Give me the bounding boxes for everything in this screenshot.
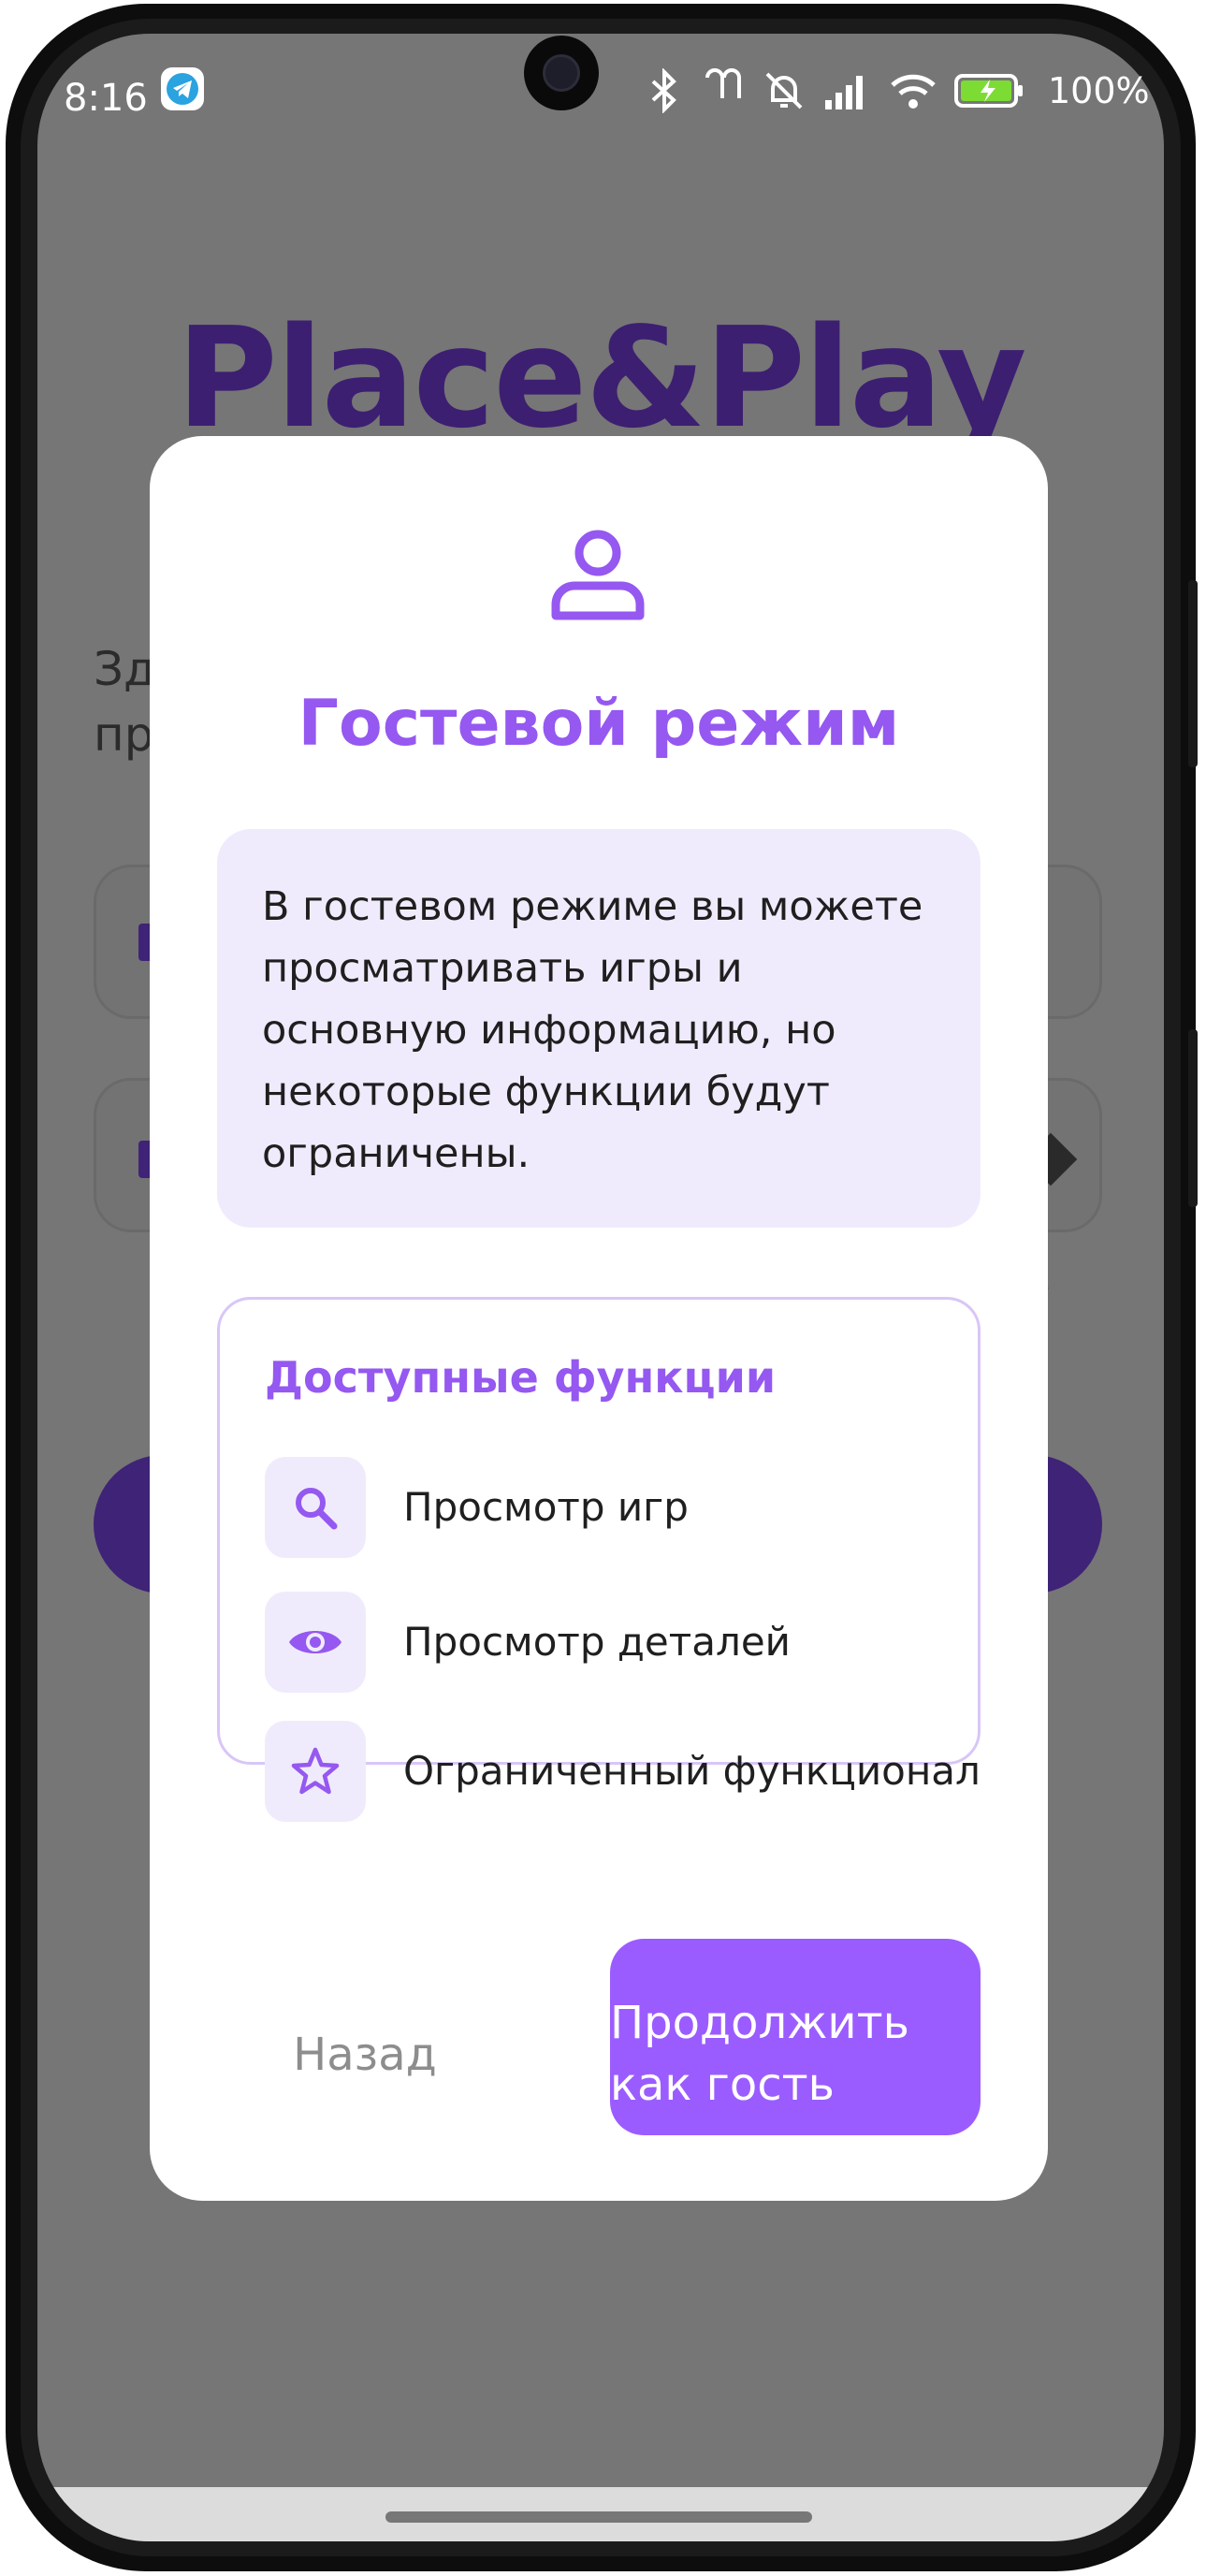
power-button	[1188, 1029, 1198, 1207]
volume-button	[1188, 580, 1198, 767]
feature-label: Просмотр деталей	[403, 1619, 791, 1665]
background-text-line1: Зд	[94, 642, 156, 696]
bluetooth-icon	[651, 68, 676, 113]
signal-icon	[825, 76, 863, 109]
feature-item: Ограниченный функционал	[265, 1721, 981, 1822]
telegram-icon	[161, 67, 204, 110]
features-box: Доступные функции Просмотр игр Просмотр …	[217, 1297, 981, 1822]
info-box: В гостевом режиме вы можете просматриват…	[217, 829, 981, 1228]
mute-icon	[765, 72, 803, 109]
dialog-title: Гостевой режим	[298, 687, 900, 761]
background-text-line2: пр	[94, 707, 154, 762]
feature-label: Просмотр игр	[403, 1484, 689, 1530]
star-icon	[265, 1721, 366, 1822]
eye-icon	[265, 1592, 366, 1693]
app-logo: Place&Play	[176, 298, 1026, 458]
feature-item: Просмотр деталей	[265, 1592, 957, 1693]
status-icons: 100%	[646, 65, 1150, 116]
earbuds-icon	[705, 68, 741, 98]
wifi-icon	[891, 74, 936, 109]
front-camera	[524, 36, 599, 110]
search-icon	[265, 1457, 366, 1558]
guest-mode-dialog: Гостевой режим В гостевом режиме вы може…	[150, 436, 1048, 2201]
info-text: В гостевом режиме вы можете просматриват…	[262, 883, 923, 1177]
back-button[interactable]: Назад	[253, 2008, 477, 2102]
user-icon	[551, 530, 645, 620]
feature-label: Ограниченный функционал	[403, 1748, 981, 1794]
features-title: Доступные функции	[265, 1352, 777, 1403]
status-time: 8:16	[64, 77, 148, 120]
home-indicator[interactable]	[385, 2511, 812, 2523]
continue-as-guest-button[interactable]: Продолжить как гость	[610, 1939, 981, 2135]
battery-percent: 100%	[1048, 70, 1150, 111]
phone-frame: Place&Play Зд пр ? 8:16	[0, 0, 1206, 2576]
battery-charging-icon	[954, 74, 1023, 108]
feature-item: Просмотр игр	[265, 1457, 957, 1558]
